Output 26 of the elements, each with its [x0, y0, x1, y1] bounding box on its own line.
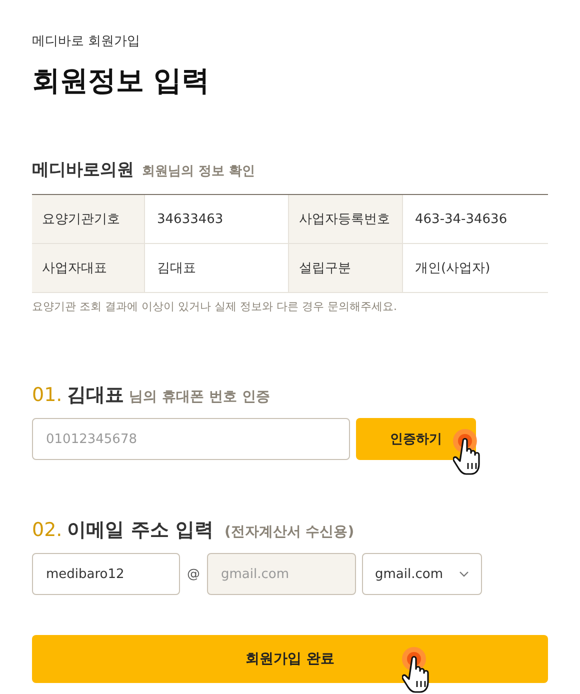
table-header-cell: 사업자대표: [32, 244, 145, 293]
clinic-name: 메디바로의원: [32, 159, 134, 181]
select-value: gmail.com: [375, 566, 444, 582]
step-number: 01.: [32, 384, 62, 406]
info-note: 요양기관 조회 결과에 이상이 있거나 실제 정보와 다른 경우 문의해주세요.: [32, 299, 398, 314]
domain-select[interactable]: gmail.com: [362, 553, 482, 595]
hand-cursor-icon: [402, 647, 430, 694]
table-cell: 34633463: [145, 195, 289, 244]
step-number: 02.: [32, 519, 62, 541]
breadcrumb: 메디바로 회원가입: [32, 33, 140, 50]
table-cell: 김대표: [145, 244, 289, 293]
section-subtitle: 님의 휴대폰 번호 인증: [129, 388, 270, 406]
section-title: 이메일 주소 입력: [67, 518, 214, 543]
section-note: (전자계산서 수신용): [224, 523, 354, 541]
member-name: 김대표: [67, 383, 124, 408]
table-header-cell: 사업자등록번호: [289, 195, 403, 244]
chevron-down-icon: [459, 571, 469, 577]
table-header-cell: 설립구분: [289, 244, 403, 293]
section-subtitle: 회원님의 정보 확인: [142, 163, 256, 180]
signup-complete-button[interactable]: 회원가입 완료: [32, 635, 548, 683]
email-id-field[interactable]: medibaro12: [32, 553, 180, 595]
page-title: 회원정보 입력: [32, 63, 210, 99]
at-sign: @: [187, 566, 200, 582]
phone-field[interactable]: 01012345678: [32, 418, 350, 460]
table-header-cell: 요양기관기호: [32, 195, 145, 244]
hand-cursor-icon: [453, 429, 481, 476]
